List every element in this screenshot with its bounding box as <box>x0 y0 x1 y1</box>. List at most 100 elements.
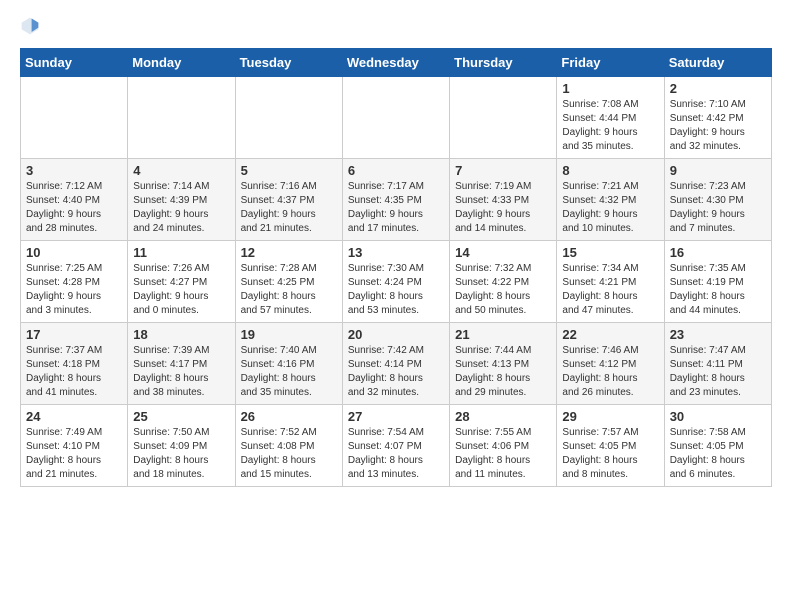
day-number: 21 <box>455 327 551 342</box>
day-info: Sunrise: 7:12 AM Sunset: 4:40 PM Dayligh… <box>26 180 122 236</box>
calendar-cell: 24Sunrise: 7:49 AM Sunset: 4:10 PM Dayli… <box>21 405 128 487</box>
weekday-header-tuesday: Tuesday <box>235 49 342 77</box>
day-info: Sunrise: 7:46 AM Sunset: 4:12 PM Dayligh… <box>562 344 658 400</box>
day-info: Sunrise: 7:37 AM Sunset: 4:18 PM Dayligh… <box>26 344 122 400</box>
day-info: Sunrise: 7:21 AM Sunset: 4:32 PM Dayligh… <box>562 180 658 236</box>
calendar-week-4: 17 Sunrise: 7:37 AM Sunset: 4:18 PM Dayli… <box>21 323 772 405</box>
calendar-cell: 2 Sunrise: 7:10 AM Sunset: 4:42 PM Daylig… <box>664 77 771 159</box>
day-info: Sunrise: 7:54 AM Sunset: 4:07 PM Dayligh… <box>348 426 444 482</box>
calendar-week-5: 24Sunrise: 7:49 AM Sunset: 4:10 PM Dayli… <box>21 405 772 487</box>
day-info: Sunrise: 7:10 AM Sunset: 4:42 PM Dayligh… <box>670 98 766 154</box>
day-number: 15 <box>562 245 658 260</box>
day-info: Sunrise: 7:16 AM Sunset: 4:37 PM Dayligh… <box>241 180 337 236</box>
day-info: Sunrise: 7:30 AM Sunset: 4:24 PM Dayligh… <box>348 262 444 318</box>
calendar-cell: 6Sunrise: 7:17 AM Sunset: 4:35 PM Daylig… <box>342 159 449 241</box>
weekday-header-monday: Monday <box>128 49 235 77</box>
page-header <box>20 16 772 36</box>
calendar-header-row: SundayMondayTuesdayWednesdayThursdayFrid… <box>21 49 772 77</box>
day-info: Sunrise: 7:42 AM Sunset: 4:14 PM Dayligh… <box>348 344 444 400</box>
calendar-cell: 11 Sunrise: 7:26 AM Sunset: 4:27 PM Dayli… <box>128 241 235 323</box>
day-number: 19 <box>241 327 337 342</box>
day-number: 30 <box>670 409 766 424</box>
calendar-week-3: 10Sunrise: 7:25 AM Sunset: 4:28 PM Dayli… <box>21 241 772 323</box>
calendar-cell: 19 Sunrise: 7:40 AM Sunset: 4:16 PM Dayli… <box>235 323 342 405</box>
calendar-cell: 26 Sunrise: 7:52 AM Sunset: 4:08 PM Dayli… <box>235 405 342 487</box>
calendar-cell: 8Sunrise: 7:21 AM Sunset: 4:32 PM Daylig… <box>557 159 664 241</box>
calendar-cell: 28 Sunrise: 7:55 AM Sunset: 4:06 PM Dayli… <box>450 405 557 487</box>
calendar-cell: 30 Sunrise: 7:58 AM Sunset: 4:05 PM Dayli… <box>664 405 771 487</box>
calendar-cell: 18 Sunrise: 7:39 AM Sunset: 4:17 PM Dayli… <box>128 323 235 405</box>
calendar-cell <box>450 77 557 159</box>
calendar-cell: 23 Sunrise: 7:47 AM Sunset: 4:11 PM Dayli… <box>664 323 771 405</box>
day-number: 22 <box>562 327 658 342</box>
day-info: Sunrise: 7:26 AM Sunset: 4:27 PM Dayligh… <box>133 262 229 318</box>
calendar-cell: 16Sunrise: 7:35 AM Sunset: 4:19 PM Dayli… <box>664 241 771 323</box>
calendar-cell: 4 Sunrise: 7:14 AM Sunset: 4:39 PM Daylig… <box>128 159 235 241</box>
weekday-header-thursday: Thursday <box>450 49 557 77</box>
weekday-header-wednesday: Wednesday <box>342 49 449 77</box>
day-info: Sunrise: 7:52 AM Sunset: 4:08 PM Dayligh… <box>241 426 337 482</box>
calendar-cell: 3Sunrise: 7:12 AM Sunset: 4:40 PM Daylig… <box>21 159 128 241</box>
calendar-cell <box>342 77 449 159</box>
weekday-header-friday: Friday <box>557 49 664 77</box>
day-number: 4 <box>133 163 229 178</box>
logo <box>20 16 48 36</box>
calendar-cell: 27 Sunrise: 7:54 AM Sunset: 4:07 PM Dayli… <box>342 405 449 487</box>
day-number: 25 <box>133 409 229 424</box>
day-info: Sunrise: 7:34 AM Sunset: 4:21 PM Dayligh… <box>562 262 658 318</box>
day-info: Sunrise: 7:58 AM Sunset: 4:05 PM Dayligh… <box>670 426 766 482</box>
day-number: 24 <box>26 409 122 424</box>
day-info: Sunrise: 7:14 AM Sunset: 4:39 PM Dayligh… <box>133 180 229 236</box>
calendar-cell: 25 Sunrise: 7:50 AM Sunset: 4:09 PM Dayli… <box>128 405 235 487</box>
day-number: 23 <box>670 327 766 342</box>
day-number: 26 <box>241 409 337 424</box>
day-number: 27 <box>348 409 444 424</box>
day-number: 20 <box>348 327 444 342</box>
day-number: 28 <box>455 409 551 424</box>
calendar-table: SundayMondayTuesdayWednesdayThursdayFrid… <box>20 48 772 487</box>
calendar-cell: 10Sunrise: 7:25 AM Sunset: 4:28 PM Dayli… <box>21 241 128 323</box>
calendar-cell: 22 Sunrise: 7:46 AM Sunset: 4:12 PM Dayli… <box>557 323 664 405</box>
calendar-cell: 17 Sunrise: 7:37 AM Sunset: 4:18 PM Dayli… <box>21 323 128 405</box>
calendar-cell: 13 Sunrise: 7:30 AM Sunset: 4:24 PM Dayli… <box>342 241 449 323</box>
day-info: Sunrise: 7:17 AM Sunset: 4:35 PM Dayligh… <box>348 180 444 236</box>
day-number: 17 <box>26 327 122 342</box>
calendar-cell: 9 Sunrise: 7:23 AM Sunset: 4:30 PM Daylig… <box>664 159 771 241</box>
day-info: Sunrise: 7:35 AM Sunset: 4:19 PM Dayligh… <box>670 262 766 318</box>
calendar-cell: 14Sunrise: 7:32 AM Sunset: 4:22 PM Dayli… <box>450 241 557 323</box>
calendar-week-1: 1Sunrise: 7:08 AM Sunset: 4:44 PM Daylig… <box>21 77 772 159</box>
day-number: 18 <box>133 327 229 342</box>
day-info: Sunrise: 7:50 AM Sunset: 4:09 PM Dayligh… <box>133 426 229 482</box>
day-info: Sunrise: 7:28 AM Sunset: 4:25 PM Dayligh… <box>241 262 337 318</box>
calendar-cell: 29 Sunrise: 7:57 AM Sunset: 4:05 PM Dayli… <box>557 405 664 487</box>
day-number: 13 <box>348 245 444 260</box>
day-number: 29 <box>562 409 658 424</box>
calendar-cell: 12 Sunrise: 7:28 AM Sunset: 4:25 PM Dayli… <box>235 241 342 323</box>
day-info: Sunrise: 7:47 AM Sunset: 4:11 PM Dayligh… <box>670 344 766 400</box>
calendar-cell: 7 Sunrise: 7:19 AM Sunset: 4:33 PM Daylig… <box>450 159 557 241</box>
calendar-cell <box>128 77 235 159</box>
day-number: 9 <box>670 163 766 178</box>
day-number: 1 <box>562 81 658 96</box>
day-number: 7 <box>455 163 551 178</box>
day-info: Sunrise: 7:57 AM Sunset: 4:05 PM Dayligh… <box>562 426 658 482</box>
day-info: Sunrise: 7:23 AM Sunset: 4:30 PM Dayligh… <box>670 180 766 236</box>
calendar-cell: 20 Sunrise: 7:42 AM Sunset: 4:14 PM Dayli… <box>342 323 449 405</box>
day-info: Sunrise: 7:55 AM Sunset: 4:06 PM Dayligh… <box>455 426 551 482</box>
day-info: Sunrise: 7:44 AM Sunset: 4:13 PM Dayligh… <box>455 344 551 400</box>
day-number: 5 <box>241 163 337 178</box>
day-number: 10 <box>26 245 122 260</box>
day-info: Sunrise: 7:40 AM Sunset: 4:16 PM Dayligh… <box>241 344 337 400</box>
calendar-cell <box>235 77 342 159</box>
day-number: 11 <box>133 245 229 260</box>
weekday-header-sunday: Sunday <box>21 49 128 77</box>
day-info: Sunrise: 7:19 AM Sunset: 4:33 PM Dayligh… <box>455 180 551 236</box>
day-number: 12 <box>241 245 337 260</box>
calendar-cell <box>21 77 128 159</box>
calendar-week-2: 3Sunrise: 7:12 AM Sunset: 4:40 PM Daylig… <box>21 159 772 241</box>
day-number: 2 <box>670 81 766 96</box>
calendar-cell: 21 Sunrise: 7:44 AM Sunset: 4:13 PM Dayli… <box>450 323 557 405</box>
day-info: Sunrise: 7:39 AM Sunset: 4:17 PM Dayligh… <box>133 344 229 400</box>
weekday-header-saturday: Saturday <box>664 49 771 77</box>
calendar-cell: 1Sunrise: 7:08 AM Sunset: 4:44 PM Daylig… <box>557 77 664 159</box>
